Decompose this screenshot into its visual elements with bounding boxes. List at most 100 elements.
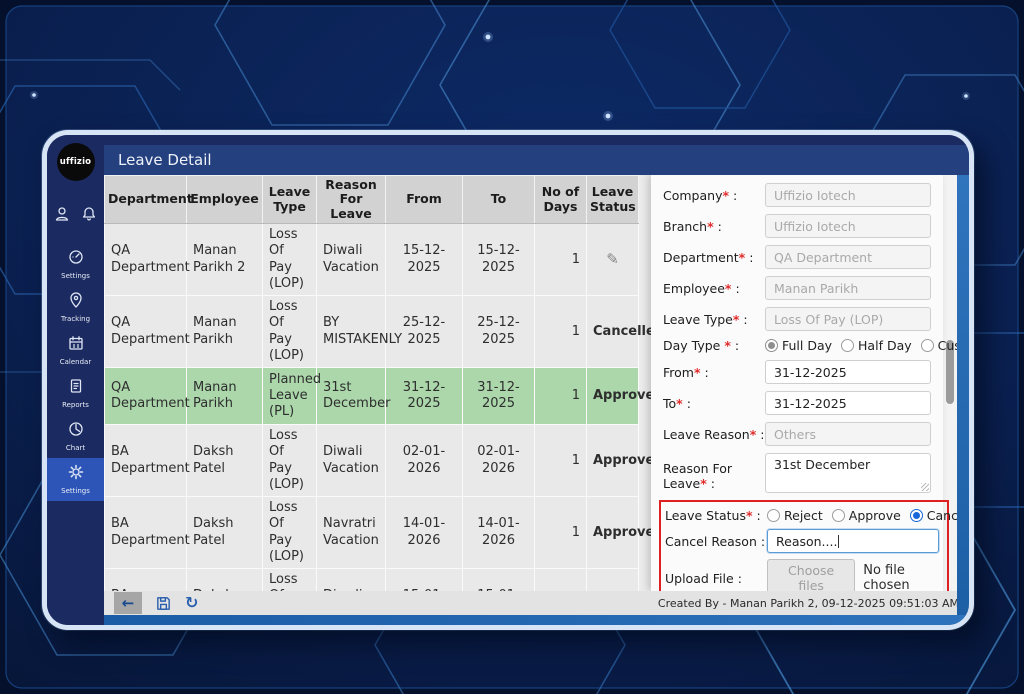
day-type-label: Day Type * : (663, 338, 765, 353)
footer-toolbar: ← ↻ Created By - Manan Parikh 2, 09-12-2… (104, 591, 969, 615)
radio-icon[interactable] (767, 509, 780, 522)
dashboard-icon (67, 248, 85, 270)
bell-icon[interactable] (80, 205, 98, 227)
sidebar-item-reports[interactable]: Reports (47, 372, 104, 415)
radio-icon[interactable] (841, 339, 854, 352)
from-date-field[interactable]: 31-12-2025 (765, 360, 931, 384)
save-button[interactable] (155, 595, 172, 612)
table-row[interactable]: QA Department Manan Parikh 2 Loss Of Pay… (105, 224, 639, 296)
col-header-days[interactable]: No of Days (535, 176, 587, 224)
sidebar-item-label: Settings (61, 272, 90, 280)
to-date-field[interactable]: 31-12-2025 (765, 391, 931, 415)
sidebar-item-label: Chart (66, 444, 85, 452)
reports-icon (67, 377, 85, 399)
tracking-icon (67, 291, 85, 313)
screen: uffizio Settings (0, 0, 1024, 694)
col-header-to[interactable]: To (463, 176, 535, 224)
table-header-row: Department Employee Leave Type Reason Fo… (105, 176, 639, 224)
radio-half-day[interactable]: Half Day (841, 338, 912, 353)
sidebar-item-settings-active[interactable]: Settings (47, 458, 104, 501)
refresh-button[interactable]: ↻ (185, 595, 198, 611)
sidebar-item-label: Settings (61, 487, 90, 495)
col-header-status[interactable]: Leave Status (587, 176, 639, 224)
department-field: QA Department (765, 245, 931, 269)
app-window: uffizio Settings (42, 130, 974, 630)
leave-reason-field: Others (765, 422, 931, 446)
edit-icon[interactable]: ✎ (593, 250, 632, 269)
calendar-icon (67, 334, 85, 356)
branch-field: Uffizio Iotech (765, 214, 931, 238)
logo-text: uffizio (60, 157, 91, 167)
from-label: From* : (663, 365, 765, 380)
bottom-edge-strip (104, 615, 969, 625)
radio-icon[interactable] (910, 509, 923, 522)
reason-for-leave-textarea[interactable]: 31st December (765, 453, 931, 493)
table-row[interactable]: BA Department Daksh Patel Loss Of Pay (L… (105, 497, 639, 569)
radio-icon[interactable] (832, 509, 845, 522)
to-label: To* : (663, 396, 765, 411)
status-badge: Approved (587, 368, 639, 425)
col-header-reason[interactable]: Reason For Leave (317, 176, 386, 224)
branch-label: Branch* : (663, 219, 765, 234)
leave-status-label: Leave Status* : (665, 508, 767, 523)
choose-files-button[interactable]: Choose files (767, 559, 855, 591)
sidebar-item-settings-dashboard[interactable]: Settings (47, 243, 104, 286)
main-area: Leave Detail Department Employee (104, 135, 969, 625)
leave-status-radios: Reject Approve Cancel (767, 508, 957, 523)
reason-for-leave-label: Reason For Leave* : (663, 453, 765, 491)
table-row[interactable]: QA Department Manan Parikh Loss Of Pay (… (105, 296, 639, 368)
company-label: Company* : (663, 188, 765, 203)
col-header-from[interactable]: From (386, 176, 463, 224)
status-badge: Approved (587, 425, 639, 497)
sidebar-item-label: Calendar (60, 358, 91, 366)
highlighted-section: Leave Status* : Reject Approve Cancel Ca… (659, 500, 949, 591)
leave-detail-form: Company* : Uffizio Iotech Branch* : Uffi… (651, 175, 943, 591)
col-header-leave-type[interactable]: Leave Type (263, 176, 317, 224)
leave-table: Department Employee Leave Type Reason Fo… (104, 175, 639, 591)
content-region: Department Employee Leave Type Reason Fo… (104, 175, 957, 591)
gear-icon (67, 463, 85, 485)
table-row[interactable]: BA Department Daksh Patel Loss Of Pay (L… (105, 425, 639, 497)
top-strip (104, 135, 969, 145)
uffizio-logo: uffizio (57, 143, 95, 181)
chart-icon (67, 420, 85, 442)
radio-custom[interactable]: Custom (921, 338, 957, 353)
sidebar-nav: Settings Tracking Calendar (47, 243, 104, 501)
employee-label: Employee* : (663, 281, 765, 296)
sidebar-item-chart[interactable]: Chart (47, 415, 104, 458)
radio-reject[interactable]: Reject (767, 508, 823, 523)
upload-file-label: Upload File : (665, 571, 767, 586)
department-label: Department* : (663, 250, 765, 265)
status-badge: Approved (587, 497, 639, 569)
status-badge: Cancelled (587, 296, 639, 368)
page-title-bar: Leave Detail (104, 145, 969, 175)
back-button[interactable]: ← (114, 592, 142, 614)
leave-type-field: Loss Of Pay (LOP) (765, 307, 931, 331)
user-icon[interactable] (53, 205, 71, 227)
leave-type-label: Leave Type* : (663, 312, 765, 327)
company-field: Uffizio Iotech (765, 183, 931, 207)
employee-field: Manan Parikh (765, 276, 931, 300)
radio-full-day[interactable]: Full Day (765, 338, 832, 353)
col-header-department[interactable]: Department (105, 176, 187, 224)
radio-icon[interactable] (921, 339, 934, 352)
sidebar-item-label: Reports (62, 401, 89, 409)
leave-reason-label: Leave Reason* : (663, 427, 765, 442)
day-type-radios: Full Day Half Day Custom (765, 338, 957, 353)
sidebar-item-label: Tracking (61, 315, 90, 323)
cancel-reason-label: Cancel Reason : (665, 534, 767, 549)
radio-cancel[interactable]: Cancel (910, 508, 957, 523)
back-arrow-icon: ← (122, 594, 135, 612)
page-title: Leave Detail (118, 151, 212, 169)
table-row-selected[interactable]: QA Department Manan Parikh Planned Leave… (105, 368, 639, 425)
radio-approve[interactable]: Approve (832, 508, 901, 523)
radio-icon[interactable] (765, 339, 778, 352)
sidebar-item-calendar[interactable]: Calendar (47, 329, 104, 372)
cancel-reason-input[interactable]: Reason.... (767, 529, 939, 553)
right-edge-strip (957, 175, 969, 625)
col-header-employee[interactable]: Employee (187, 176, 263, 224)
sidebar-item-tracking[interactable]: Tracking (47, 286, 104, 329)
table-row[interactable]: BA Department Daksh Patel Loss Of Pay (L… (105, 569, 639, 591)
file-chosen-text: No file chosen (863, 563, 939, 591)
text-caret (838, 535, 839, 548)
